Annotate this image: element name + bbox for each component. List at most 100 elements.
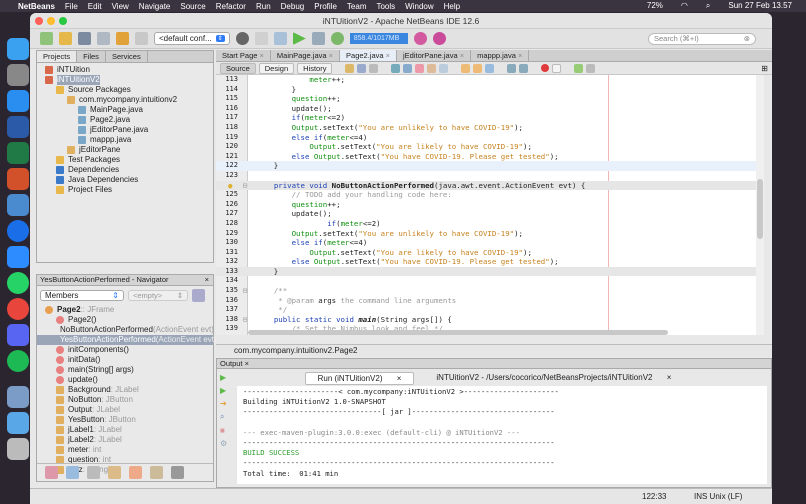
menu-window[interactable]: Window bbox=[405, 2, 433, 11]
close-icon[interactable]: × bbox=[458, 51, 464, 60]
back-icon[interactable] bbox=[357, 64, 366, 73]
close-icon[interactable]: × bbox=[658, 372, 677, 383]
code-line[interactable]: 117 if(meter<=2) bbox=[216, 113, 764, 123]
undo-icon[interactable] bbox=[116, 32, 129, 45]
tree-item[interactable]: Page2.java bbox=[37, 115, 213, 125]
comment-icon[interactable] bbox=[574, 64, 583, 73]
profile-icon[interactable] bbox=[331, 32, 344, 45]
menu-team[interactable]: Team bbox=[347, 2, 367, 11]
tree-item[interactable]: Java Dependencies bbox=[37, 175, 213, 185]
scroll-thumb[interactable] bbox=[757, 179, 763, 239]
tree-item[interactable]: jEditorPane bbox=[37, 145, 213, 155]
gc-icon[interactable] bbox=[414, 32, 427, 45]
open-project-icon[interactable] bbox=[78, 32, 91, 45]
code-line[interactable]: 116 update(); bbox=[216, 104, 764, 114]
code-line[interactable]: 121 else Output.setText("You have COVID-… bbox=[216, 152, 764, 162]
code-line[interactable]: 127 update(); bbox=[216, 209, 764, 219]
output-tab[interactable]: iNTUitionV2 - /Users/cocorico/NetBeansPr… bbox=[424, 372, 683, 385]
menu-source[interactable]: Source bbox=[180, 2, 205, 11]
start-macro-icon[interactable] bbox=[541, 64, 549, 72]
navigator-item[interactable]: initData() bbox=[37, 355, 213, 365]
filter-nonpublic-icon[interactable] bbox=[108, 466, 121, 479]
run-icon[interactable] bbox=[293, 32, 306, 45]
code-line[interactable]: ●⊟ private void NoButtonActionPerformed(… bbox=[216, 181, 764, 191]
menu-run[interactable]: Run bbox=[256, 2, 271, 11]
shift-left-icon[interactable] bbox=[507, 64, 516, 73]
find-next-icon[interactable] bbox=[415, 64, 424, 73]
output-tab[interactable]: Run (iNTUitionV2) × bbox=[305, 372, 415, 385]
close-icon[interactable]: × bbox=[327, 51, 333, 60]
rerun-icon[interactable]: ▶ bbox=[220, 373, 230, 382]
code-line[interactable]: 123 bbox=[216, 171, 764, 181]
close-icon[interactable]: × bbox=[389, 373, 408, 384]
wifi-icon[interactable]: ◠ bbox=[681, 1, 688, 11]
preview-icon[interactable] bbox=[7, 386, 29, 408]
code-line[interactable]: 131 Output.setText("You are likely to ha… bbox=[216, 248, 764, 258]
new-file-icon[interactable] bbox=[40, 32, 53, 45]
toggle-highlight-icon[interactable] bbox=[427, 64, 436, 73]
battery-label[interactable]: 72% bbox=[647, 1, 663, 11]
menu-debug[interactable]: Debug bbox=[281, 2, 305, 11]
uncomment-icon[interactable] bbox=[586, 64, 595, 73]
menu-tools[interactable]: Tools bbox=[376, 2, 395, 11]
settings-icon[interactable]: ⚙ bbox=[220, 439, 230, 448]
word-icon[interactable] bbox=[7, 116, 29, 138]
configuration-select[interactable]: <default conf...⇕ bbox=[154, 32, 230, 45]
code-line[interactable]: 130 else if(meter<=4) bbox=[216, 238, 764, 248]
debug-icon[interactable] bbox=[312, 32, 325, 45]
secondary-select[interactable]: <empty>⇕ bbox=[128, 290, 188, 301]
spotlight-icon[interactable]: ⌕ bbox=[706, 1, 710, 11]
code-line[interactable]: 115 question++; bbox=[216, 94, 764, 104]
filter-inner-classes-icon[interactable] bbox=[129, 466, 142, 479]
menu-edit[interactable]: Edit bbox=[88, 2, 102, 11]
clock[interactable]: Sun 27 Feb 13.57 bbox=[728, 1, 792, 11]
menu-app-name[interactable]: NetBeans bbox=[18, 2, 55, 11]
code-line[interactable]: 118 Output.setText("You are unlikely to … bbox=[216, 123, 764, 133]
navigator-item[interactable]: update() bbox=[37, 375, 213, 385]
navigator-item[interactable]: NoButtonActionPerformed(ActionEvent evt) bbox=[37, 325, 213, 335]
forward-icon[interactable] bbox=[369, 64, 378, 73]
finder-icon[interactable] bbox=[7, 38, 29, 60]
navigator-item[interactable]: meter : int bbox=[37, 445, 213, 455]
tree-item[interactable]: Test Packages bbox=[37, 155, 213, 165]
rerun-with-options-icon[interactable]: ▶ bbox=[220, 386, 230, 395]
toggle-bookmark-icon[interactable] bbox=[485, 64, 494, 73]
navigator-item[interactable]: initComponents() bbox=[37, 345, 213, 355]
navigator-item[interactable]: Output : JLabel bbox=[37, 405, 213, 415]
memory-indicator[interactable]: 858.4/1017MB bbox=[350, 33, 408, 44]
code-line[interactable]: 135⊟ /** bbox=[216, 286, 764, 296]
editor-tab[interactable]: MainPage.java × bbox=[271, 50, 340, 61]
tab-files[interactable]: Files bbox=[77, 51, 106, 62]
whatsapp-icon[interactable] bbox=[7, 272, 29, 294]
tree-item[interactable]: jEditorPane.java bbox=[37, 125, 213, 135]
breadcrumb-item[interactable]: com.mycompany.intuitionv2.Page2 bbox=[234, 346, 357, 355]
output-console[interactable]: ----------------------< com.mycompany:iN… bbox=[237, 386, 767, 484]
settings-icon[interactable] bbox=[7, 64, 29, 86]
find-icon[interactable] bbox=[391, 64, 400, 73]
expand-toolbar-icon[interactable]: ⊞ bbox=[761, 64, 768, 73]
code-line[interactable]: 136 * @param args the command line argum… bbox=[216, 296, 764, 306]
folder-icon[interactable] bbox=[7, 412, 29, 434]
find-icon[interactable]: ⌕ bbox=[220, 412, 230, 422]
redo-icon[interactable] bbox=[135, 32, 148, 45]
editor-tab[interactable]: Page2.java × bbox=[340, 50, 397, 61]
excel-icon[interactable] bbox=[7, 142, 29, 164]
menu-profile[interactable]: Profile bbox=[314, 2, 337, 11]
horizontal-scrollbar[interactable] bbox=[248, 330, 668, 335]
code-line[interactable]: 113 meter++; bbox=[216, 75, 764, 85]
design-mode-button[interactable]: Design bbox=[259, 63, 294, 74]
code-line[interactable]: 134 bbox=[216, 276, 764, 286]
code-line[interactable]: 125 // TODO add your handling code here: bbox=[216, 190, 764, 200]
globe-icon[interactable] bbox=[236, 32, 249, 45]
sort-by-name-icon[interactable] bbox=[171, 466, 184, 479]
powerpoint-icon[interactable] bbox=[7, 168, 29, 190]
code-editor[interactable]: 113 meter++;114 }115 question++;116 upda… bbox=[216, 75, 764, 335]
close-icon[interactable]: × bbox=[257, 51, 263, 60]
navigator-item[interactable]: YesButtonActionPerformed(ActionEvent evt… bbox=[37, 335, 213, 345]
navigator-options-icon[interactable] bbox=[192, 289, 205, 302]
tab-projects[interactable]: Projects bbox=[37, 51, 77, 62]
code-line[interactable]: 114 } bbox=[216, 85, 764, 95]
find-previous-icon[interactable] bbox=[403, 64, 412, 73]
new-project-icon[interactable] bbox=[59, 32, 72, 45]
menu-file[interactable]: File bbox=[65, 2, 78, 11]
